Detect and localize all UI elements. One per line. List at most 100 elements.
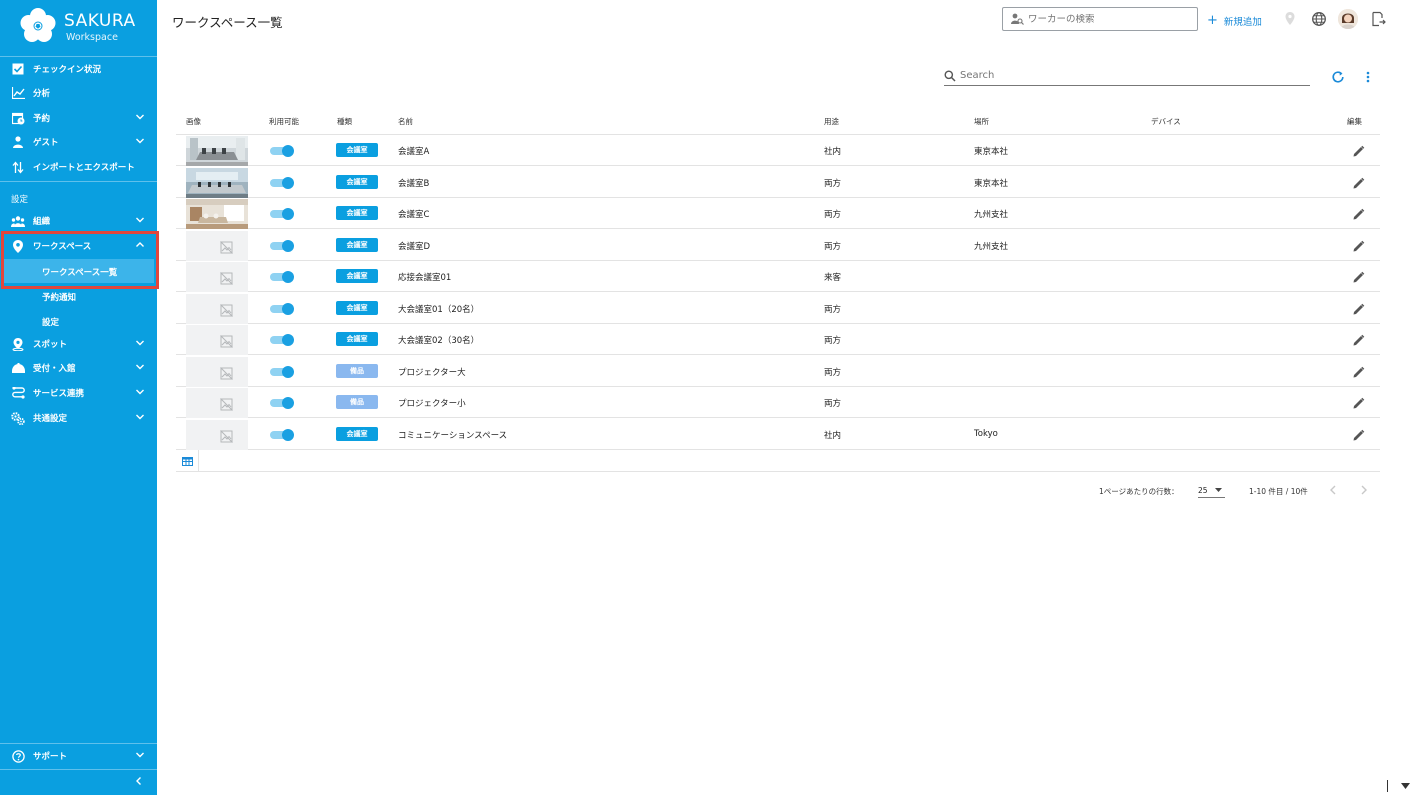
reception-icon (11, 361, 25, 375)
next-page-icon[interactable] (1360, 485, 1368, 495)
cell-name: 会議室D (398, 241, 431, 252)
availability-toggle[interactable] (270, 239, 294, 252)
sidebar-item-label: スポット (33, 340, 68, 350)
collapse-sidebar-icon[interactable] (134, 776, 144, 786)
toggle-knob (282, 428, 294, 441)
sidebar-item-checkin[interactable]: チェックイン状況 (0, 57, 157, 81)
table-row[interactable]: 会議室 会議室C 両方 九州支社 (176, 198, 1380, 229)
prev-page-icon[interactable] (1329, 485, 1337, 495)
sidebar-item-support[interactable]: サポート (0, 744, 157, 768)
sidebar-item-reception[interactable]: 受付・入館 (0, 356, 157, 380)
link-icon (11, 386, 25, 400)
image-off-icon (220, 239, 233, 254)
edit-icon[interactable] (1352, 301, 1365, 314)
table-row[interactable]: 会議室 応接会議室01 来客 (176, 261, 1380, 292)
col-header-device[interactable]: デバイス (1151, 116, 1181, 127)
cell-place: 東京本社 (974, 147, 1009, 157)
col-header-usage[interactable]: 用途 (824, 116, 839, 127)
col-header-type[interactable]: 種類 (337, 116, 352, 127)
col-header-available[interactable]: 利用可能 (269, 116, 299, 127)
add-new-button[interactable]: + 新規追加 (1207, 13, 1262, 28)
table-row[interactable]: 会議室 コミュニケーションスペース 社内 Tokyo (176, 419, 1380, 450)
col-header-edit: 編集 (1347, 117, 1362, 126)
table-row[interactable]: 備品 プロジェクター小 両方 (176, 387, 1380, 418)
table-row[interactable]: 会議室 大会議室02（30名） 両方 (176, 324, 1380, 355)
table-search-input[interactable] (960, 70, 1280, 81)
availability-toggle[interactable] (270, 271, 294, 283)
sidebar-item-reservation[interactable]: 予約 (0, 106, 157, 130)
cell-name: 会議室A (398, 147, 430, 157)
more-vert-icon[interactable] (1364, 70, 1372, 84)
edit-icon[interactable] (1352, 395, 1365, 409)
sidebar-item-label: 分析 (33, 89, 51, 99)
rows-per-page-select[interactable]: 25 (1198, 481, 1225, 498)
gears-icon (11, 411, 25, 425)
sakura-logo-icon (20, 8, 56, 42)
table-row[interactable]: 会議室 大会議室01（20名） 両方 (176, 293, 1380, 324)
cell-name: 応接会議室01 (398, 273, 452, 283)
edit-icon[interactable] (1352, 206, 1365, 220)
image-off-icon (220, 428, 233, 443)
table-search-field[interactable] (944, 66, 1310, 86)
sidebar-item-label: サポート (33, 752, 68, 762)
edit-icon[interactable] (1352, 427, 1365, 440)
sidebar-item-common-settings[interactable]: 共通設定 (0, 406, 157, 430)
location-off-icon[interactable] (1282, 11, 1298, 27)
availability-toggle[interactable] (270, 176, 294, 189)
edit-icon[interactable] (1352, 364, 1365, 377)
refresh-icon[interactable] (1331, 70, 1345, 84)
table-row[interactable]: 備品 プロジェクター大 両方 (176, 356, 1380, 387)
type-badge: 会議室 (336, 332, 378, 346)
edit-icon[interactable] (1352, 269, 1365, 283)
worker-search-input[interactable] (1028, 13, 1188, 25)
availability-toggle[interactable] (270, 428, 294, 441)
sidebar-subitem-reservation-notice[interactable]: 予約通知 (42, 291, 76, 303)
location-pin-icon (11, 337, 25, 351)
table-row[interactable]: 会議室 会議室D 両方 九州支社 (176, 230, 1380, 261)
availability-toggle[interactable] (270, 302, 294, 315)
cell-place: 九州支社 (974, 241, 1009, 252)
table-row[interactable]: 会議室 会議室B 両方 東京本社 (176, 167, 1380, 198)
guest-icon (11, 135, 25, 149)
edit-icon[interactable] (1352, 143, 1365, 157)
toggle-knob (282, 176, 294, 189)
sidebar-subitem-settings[interactable]: 設定 (42, 316, 59, 328)
availability-toggle[interactable] (270, 208, 294, 220)
sidebar-item-import-export[interactable]: インポートとエクスポート (0, 155, 157, 179)
sidebar-item-service-integration[interactable]: サービス連携 (0, 381, 157, 405)
logout-icon[interactable] (1370, 11, 1386, 27)
scrollbar-mark (1387, 780, 1388, 792)
edit-icon[interactable] (1352, 238, 1365, 251)
cell-place: Tokyo (974, 428, 998, 439)
col-header-place[interactable]: 場所 (974, 116, 989, 127)
chevron-down-icon (136, 114, 144, 120)
worker-search-field[interactable] (1002, 7, 1198, 31)
workspace-photo (186, 199, 248, 229)
sidebar-item-analytics[interactable]: 分析 (0, 81, 157, 105)
sidebar-item-label: 予約 (33, 114, 51, 124)
sidebar-item-guest[interactable]: ゲスト (0, 130, 157, 154)
column-toggle-button[interactable] (176, 450, 199, 472)
avatar[interactable] (1338, 9, 1358, 29)
edit-icon[interactable] (1352, 175, 1365, 188)
cell-name: プロジェクター小 (398, 399, 466, 409)
logo: SAKURA Workspace (20, 8, 155, 50)
availability-toggle[interactable] (270, 397, 294, 409)
sidebar-item-organization[interactable]: 組織 (0, 209, 157, 233)
scroll-down-arrow-icon[interactable] (1401, 783, 1410, 790)
globe-icon[interactable] (1311, 11, 1327, 27)
col-header-image[interactable]: 画像 (186, 116, 201, 127)
add-new-label: 新規追加 (1223, 16, 1262, 28)
cell-usage: 社内 (824, 147, 842, 157)
sidebar-item-spot[interactable]: スポット (0, 332, 157, 356)
cell-usage: 社内 (824, 430, 842, 441)
edit-icon[interactable] (1352, 332, 1365, 346)
image-off-icon (220, 365, 233, 380)
availability-toggle[interactable] (270, 365, 294, 378)
table-row[interactable]: 会議室 会議室A 社内 東京本社 (176, 135, 1380, 166)
col-header-name[interactable]: 名前 (398, 116, 413, 127)
availability-toggle[interactable] (270, 334, 294, 346)
cell-name: 会議室B (398, 178, 430, 189)
settings-section-label: 設定 (11, 195, 29, 205)
availability-toggle[interactable] (270, 145, 294, 157)
